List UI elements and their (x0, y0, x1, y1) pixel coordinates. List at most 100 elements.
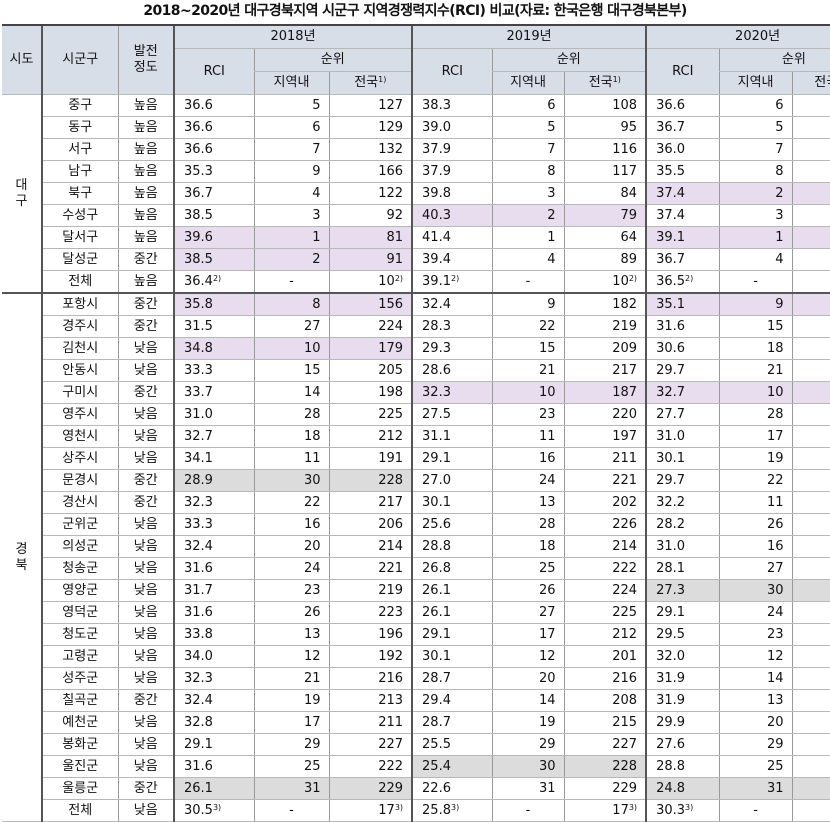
rci-value: 24.8 (645, 777, 720, 800)
national-rank: 224 (328, 315, 413, 338)
rci-value: 28.3 (411, 315, 493, 338)
dev-level: 낮음 (117, 711, 174, 734)
rci-value: 30.1 (411, 645, 493, 668)
district-name: 군위군 (41, 513, 118, 536)
footnote-mark: 3) (450, 802, 460, 812)
dev-level: 높음 (117, 160, 174, 183)
national-rank: 212 (328, 425, 413, 448)
national-rank: 84 (791, 226, 830, 249)
region-cell: 경북 (2, 292, 42, 822)
dev-level: 낮음 (117, 799, 174, 822)
rci-value: 31.0 (645, 535, 720, 558)
national-rank: 170 (791, 381, 830, 404)
national-rank: 121 (791, 94, 830, 117)
local-rank: 10 (253, 337, 329, 360)
table-row: 고령군낮음34.01219230.11220132.012176 (2, 645, 830, 668)
local-rank: 13 (253, 623, 329, 646)
rci-value: 35.5 (645, 160, 720, 183)
local-rank: 13 (718, 689, 793, 712)
national-rank: 211 (563, 447, 647, 470)
dev-level: 낮음 (117, 535, 174, 558)
national-rank: 108 (563, 94, 647, 117)
rci-value: 36.7 (173, 182, 254, 205)
local-rank: 28 (253, 403, 329, 426)
local-rank: 10 (491, 381, 565, 404)
rci-value: 34.1 (173, 447, 254, 470)
rci-value: 37.9 (411, 160, 493, 183)
table-row: 김천시낮음34.81017929.31520930.618192 (2, 337, 830, 360)
local-rank: 23 (491, 403, 565, 426)
local-rank: 9 (491, 292, 565, 316)
local-rank: - (718, 270, 793, 294)
local-rank: 22 (491, 315, 565, 338)
local-rank: 5 (491, 116, 565, 139)
district-name: 성주군 (41, 667, 118, 690)
dev-level: 높음 (117, 138, 174, 161)
table-row: 영천시낮음32.71821231.11119731.017187 (2, 425, 830, 448)
local-rank: 25 (718, 755, 793, 778)
rci-value: 32.7 (173, 425, 254, 448)
dev-level: 중간 (117, 248, 174, 271)
local-rank: 9 (253, 160, 329, 183)
table-row: 영주시낮음31.02822527.52322027.728213 (2, 403, 830, 426)
local-rank: 16 (253, 513, 329, 536)
rci-value: 29.5 (645, 623, 720, 646)
national-rank: 215 (563, 711, 647, 734)
district-name: 영주시 (41, 403, 118, 426)
dev-level: 중간 (117, 292, 174, 316)
national-rank: 205 (791, 755, 830, 778)
rci-value: 39.0 (411, 116, 493, 139)
local-rank: 28 (491, 513, 565, 536)
national-rank: 217 (328, 491, 413, 514)
national-rank: 225 (563, 601, 647, 624)
local-rank: - (253, 270, 329, 294)
national-rank: 202 (563, 491, 647, 514)
local-rank: 7 (718, 138, 793, 161)
table-row: 성주군낮음32.32121628.72021631.914179 (2, 667, 830, 690)
rci-value: 28.1 (645, 557, 720, 580)
national-rank: 179 (791, 667, 830, 690)
rci-value: 36.6 (173, 116, 254, 139)
table-row: 울진군낮음31.62522225.43022828.825205 (2, 755, 830, 778)
district-name: 경주시 (41, 315, 118, 338)
national-rank: 102) (563, 270, 647, 294)
table-row: 전체낮음30.53)-173)25.83)-173)30.33)-163) (2, 799, 830, 822)
national-rank: 117 (563, 160, 647, 183)
local-rank: 4 (718, 248, 793, 271)
local-rank: 6 (253, 116, 329, 139)
rci-value: 31.9 (645, 689, 720, 712)
national-rank: 211 (328, 711, 413, 734)
district-name: 달성군 (41, 248, 118, 271)
local-rank: 27 (491, 601, 565, 624)
local-rank: 19 (491, 711, 565, 734)
local-rank: 3 (491, 182, 565, 205)
local-rank: 9 (718, 292, 793, 316)
rci-value: 31.7 (173, 579, 254, 602)
rci-value: 36.7 (645, 248, 720, 271)
local-rank: 18 (491, 535, 565, 558)
national-rank: 212 (563, 623, 647, 646)
local-rank: 27 (253, 315, 329, 338)
rci-value: 39.12) (411, 270, 493, 294)
dev-level: 높음 (117, 94, 174, 117)
national-rank: 186 (791, 535, 830, 558)
district-name: 경산시 (41, 491, 118, 514)
rci-table: 시도 시군구 발전 정도 2018년 2019년 2020년 RCI 순위 RCI 순위… (2, 24, 830, 822)
table-row: 영양군낮음31.72321926.12622427.330216 (2, 579, 830, 602)
rci-value: 29.7 (645, 359, 720, 382)
header-rci: RCI (645, 48, 720, 95)
national-rank: 173) (563, 799, 647, 822)
header-rci: RCI (173, 48, 254, 95)
district-name: 칠곡군 (41, 689, 118, 712)
table-row: 봉화군낮음29.12922725.52922727.629214 (2, 733, 830, 756)
district-name: 청송군 (41, 557, 118, 580)
rci-value: 35.3 (173, 160, 254, 183)
national-rank: 102) (791, 270, 830, 294)
footnote-mark: 2) (212, 273, 222, 283)
header-dev-label: 발전 정도 (133, 44, 158, 75)
district-name: 영천시 (41, 425, 118, 448)
local-rank: 22 (718, 469, 793, 492)
rci-value: 26.1 (411, 601, 493, 624)
district-name: 의성군 (41, 535, 118, 558)
district-name: 고령군 (41, 645, 118, 668)
